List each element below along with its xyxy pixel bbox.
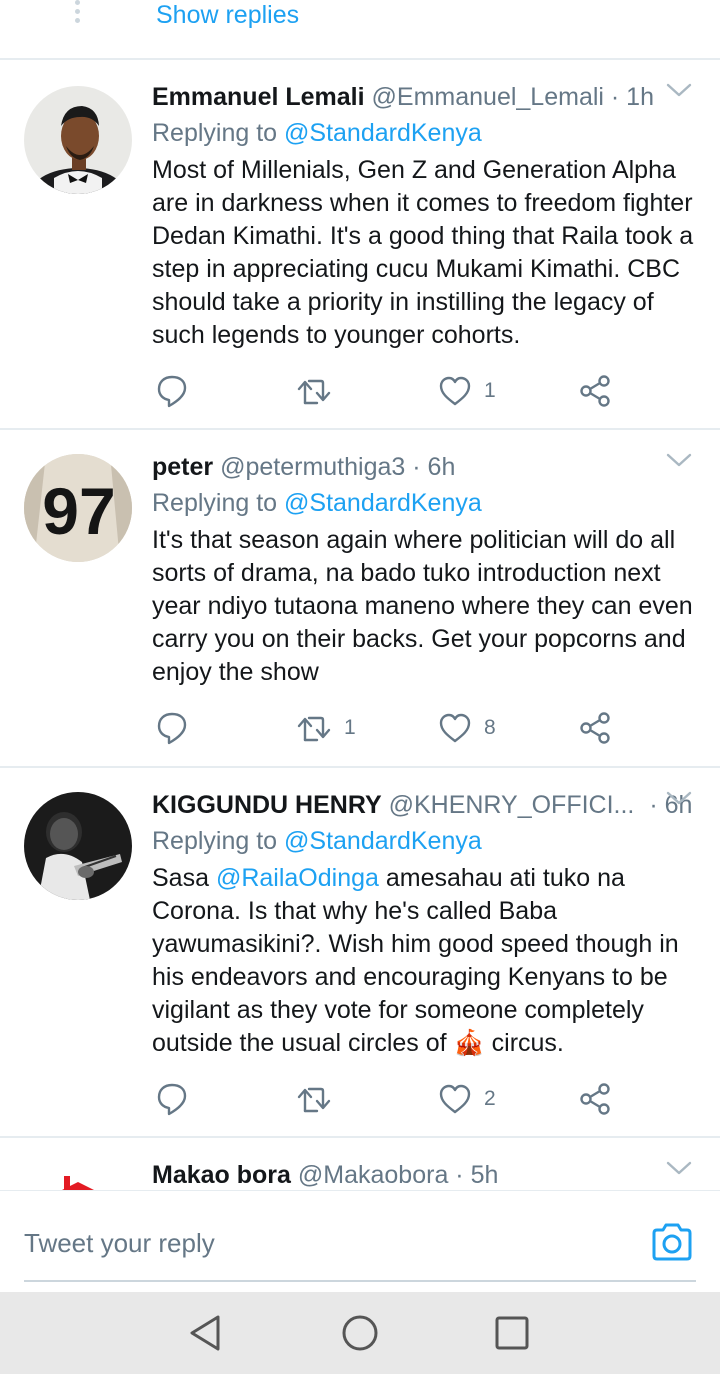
- tweet-actions: 2: [152, 1079, 672, 1119]
- chevron-down-icon[interactable]: [666, 1160, 692, 1176]
- like-count: 1: [484, 379, 496, 402]
- tweet-header: Emmanuel Lemali @Emmanuel_Lemali · 1h: [152, 80, 696, 114]
- like-button[interactable]: 8: [438, 708, 496, 748]
- display-name[interactable]: Makao bora: [152, 1161, 291, 1189]
- display-name[interactable]: Emmanuel Lemali: [152, 83, 365, 111]
- user-handle[interactable]: @Emmanuel_Lemali: [372, 83, 604, 111]
- share-icon: [580, 1083, 610, 1115]
- replying-to-mention[interactable]: @StandardKenya: [284, 119, 482, 147]
- replying-to: Replying to @StandardKenya: [152, 486, 482, 520]
- retweet-count: 1: [344, 716, 356, 739]
- share-icon: [580, 712, 610, 744]
- avatar[interactable]: [24, 86, 132, 194]
- tweet-header: Makao bora @Makaobora · 5h: [152, 1158, 696, 1192]
- reply-icon: [157, 375, 187, 408]
- reply-composer: [0, 1190, 720, 1292]
- heart-icon: [439, 713, 471, 743]
- like-count: 8: [484, 716, 496, 739]
- reply-button[interactable]: [156, 708, 188, 748]
- replying-to-mention[interactable]: @StandardKenya: [284, 489, 482, 517]
- tweet-replies-screen: Show replies Emmanuel Lemali @Emmanuel_L…: [0, 0, 720, 1374]
- tweet-header: peter @petermuthiga3 · 6h: [152, 450, 696, 484]
- recent-apps-icon[interactable]: [492, 1313, 532, 1353]
- thread-connector-dots: [75, 0, 81, 26]
- tweet-actions: 1 8: [152, 708, 672, 748]
- tweet-item[interactable]: KIGGUNDU HENRY @KHENRY_OFFICI... · 6h Re…: [0, 770, 720, 1138]
- retweet-icon: [297, 716, 331, 742]
- retweet-button[interactable]: [296, 371, 344, 411]
- avatar[interactable]: 97: [24, 454, 132, 562]
- replying-to-mention[interactable]: @StandardKenya: [284, 827, 482, 855]
- replying-to-label: Replying to: [152, 119, 278, 147]
- tweet-item[interactable]: Emmanuel Lemali @Emmanuel_Lemali · 1h Re…: [0, 62, 720, 430]
- share-button[interactable]: [578, 1079, 612, 1119]
- tweet-item[interactable]: 97 peter @petermuthiga3 · 6h Replying to…: [0, 432, 720, 768]
- tweet-item[interactable]: Makao bora @Makaobora · 5h: [0, 1140, 720, 1192]
- heart-icon: [439, 376, 471, 406]
- replying-to-label: Replying to: [152, 827, 278, 855]
- timestamp: · 6h: [412, 453, 456, 481]
- camera-icon[interactable]: [650, 1221, 694, 1263]
- chevron-down-icon[interactable]: [666, 790, 692, 806]
- reply-button[interactable]: [156, 371, 188, 411]
- display-name[interactable]: KIGGUNDU HENRY: [152, 791, 382, 819]
- replying-to: Replying to @StandardKenya: [152, 824, 482, 858]
- tweet-text-part: amesahau ati tuko na Corona. Is that why…: [152, 864, 679, 1057]
- reply-icon: [157, 712, 187, 745]
- tweet-text-part: circus.: [484, 1029, 564, 1057]
- retweet-button[interactable]: 1: [296, 708, 356, 748]
- replying-to: Replying to @StandardKenya: [152, 116, 482, 150]
- circus-tent-emoji: 🎪: [453, 1029, 485, 1057]
- retweet-button[interactable]: [296, 1079, 344, 1119]
- tweet-text-part: Sasa: [152, 864, 216, 892]
- show-replies-row: Show replies: [0, 0, 720, 60]
- back-icon[interactable]: [186, 1313, 226, 1353]
- share-button[interactable]: [578, 708, 612, 748]
- avatar[interactable]: [24, 1162, 132, 1192]
- like-button[interactable]: 1: [438, 371, 496, 411]
- chevron-down-icon[interactable]: [666, 452, 692, 468]
- tweet-header: KIGGUNDU HENRY @KHENRY_OFFICI... · 6h: [152, 788, 696, 822]
- like-button[interactable]: 2: [438, 1079, 496, 1119]
- tweet-text: Most of Millenials, Gen Z and Generation…: [152, 156, 694, 349]
- retweet-icon: [297, 379, 331, 405]
- chevron-down-icon[interactable]: [666, 82, 692, 98]
- share-icon: [580, 375, 610, 407]
- like-count: 2: [484, 1087, 496, 1110]
- tweet-actions: 1: [152, 371, 672, 411]
- timestamp: · 1h: [610, 83, 654, 111]
- user-handle[interactable]: @KHENRY_OFFICI...: [389, 791, 635, 819]
- display-name[interactable]: peter: [152, 453, 213, 481]
- jersey-number: 97: [42, 474, 115, 548]
- tweet-text: It's that season again where politician …: [152, 526, 693, 686]
- home-icon[interactable]: [340, 1313, 380, 1353]
- reply-icon: [157, 1083, 187, 1116]
- reply-button[interactable]: [156, 1079, 188, 1119]
- tweet-reply-input[interactable]: [24, 1221, 624, 1265]
- reply-input-underline: [24, 1280, 696, 1282]
- replying-to-label: Replying to: [152, 489, 278, 517]
- share-button[interactable]: [578, 371, 612, 411]
- user-handle[interactable]: @Makaobora: [298, 1161, 448, 1189]
- tweet-text: Sasa @RailaOdinga amesahau ati tuko na C…: [152, 862, 697, 1060]
- heart-icon: [439, 1084, 471, 1114]
- timestamp: · 5h: [455, 1161, 499, 1189]
- system-navigation-bar: [0, 1292, 720, 1374]
- retweet-icon: [297, 1087, 331, 1113]
- avatar[interactable]: [24, 792, 132, 900]
- show-replies-link[interactable]: Show replies: [156, 0, 299, 30]
- user-handle[interactable]: @petermuthiga3: [220, 453, 405, 481]
- tweet-mention[interactable]: @RailaOdinga: [216, 864, 379, 892]
